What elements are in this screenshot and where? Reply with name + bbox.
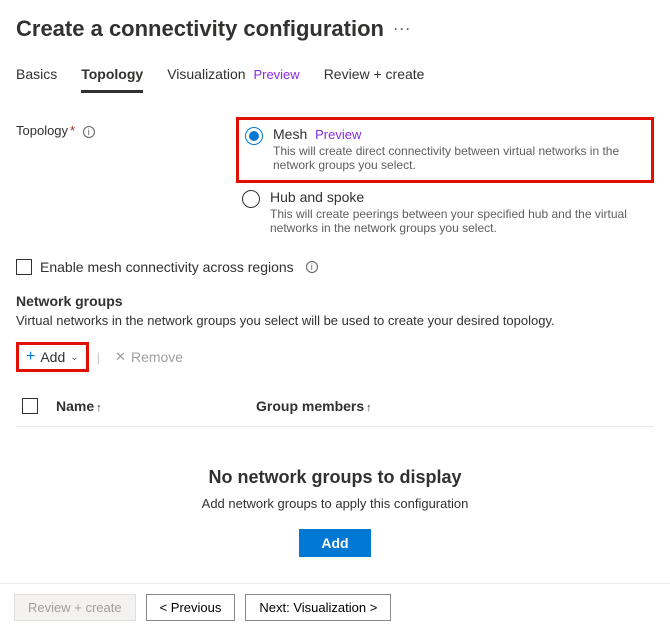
remove-button: ✕ Remove (108, 346, 190, 368)
tab-bar: Basics Topology Visualization Preview Re… (16, 60, 654, 93)
tab-topology[interactable]: Topology (81, 60, 143, 93)
close-icon: ✕ (115, 349, 126, 365)
hubspoke-title: Hub and spoke (270, 189, 648, 205)
chevron-down-icon: ⌄ (70, 352, 78, 363)
mesh-regions-label: Enable mesh connectivity across regions (40, 259, 294, 275)
required-asterisk: * (70, 123, 75, 138)
topology-label: Topology* i (16, 117, 236, 138)
radio-option-hubspoke[interactable]: Hub and spoke This will create peerings … (236, 183, 654, 243)
col-members[interactable]: Group members↑ (256, 398, 648, 414)
mesh-regions-checkbox[interactable] (16, 259, 32, 275)
more-icon[interactable]: ··· (394, 22, 412, 36)
info-icon[interactable]: i (83, 126, 95, 138)
tab-visualization-label: Visualization (167, 66, 245, 82)
empty-title: No network groups to display (16, 467, 654, 488)
remove-label: Remove (131, 349, 183, 365)
plus-icon: + (26, 348, 35, 366)
review-create-button: Review + create (14, 594, 136, 621)
table-header: Name↑ Group members↑ (16, 390, 654, 427)
mesh-desc: This will create direct connectivity bet… (273, 144, 645, 172)
radio-option-mesh[interactable]: Mesh Preview This will create direct con… (236, 117, 654, 183)
mesh-title: Mesh (273, 126, 307, 142)
add-label: Add (40, 349, 65, 365)
preview-badge: Preview (253, 67, 299, 82)
network-groups-desc: Virtual networks in the network groups y… (16, 313, 654, 328)
hubspoke-desc: This will create peerings between your s… (270, 207, 648, 235)
empty-desc: Add network groups to apply this configu… (16, 496, 654, 511)
select-all-checkbox[interactable] (22, 398, 38, 414)
tab-review[interactable]: Review + create (324, 60, 425, 93)
divider: | (97, 350, 100, 365)
col-name[interactable]: Name↑ (56, 398, 246, 414)
next-button[interactable]: Next: Visualization > (245, 594, 391, 621)
page-title: Create a connectivity configuration (16, 16, 384, 42)
tab-visualization[interactable]: Visualization Preview (167, 60, 300, 93)
add-button[interactable]: + Add ⌄ (16, 342, 89, 372)
col-members-label: Group members (256, 398, 364, 414)
previous-button[interactable]: < Previous (146, 594, 236, 621)
empty-add-button[interactable]: Add (299, 529, 370, 557)
network-groups-heading: Network groups (16, 293, 654, 309)
sort-up-icon: ↑ (96, 402, 102, 414)
tab-basics[interactable]: Basics (16, 60, 57, 93)
radio-icon (242, 190, 260, 208)
col-name-label: Name (56, 398, 94, 414)
radio-icon (245, 127, 263, 145)
sort-up-icon: ↑ (366, 402, 372, 414)
info-icon[interactable]: i (306, 261, 318, 273)
preview-badge: Preview (315, 127, 361, 142)
topology-label-text: Topology (16, 123, 68, 138)
